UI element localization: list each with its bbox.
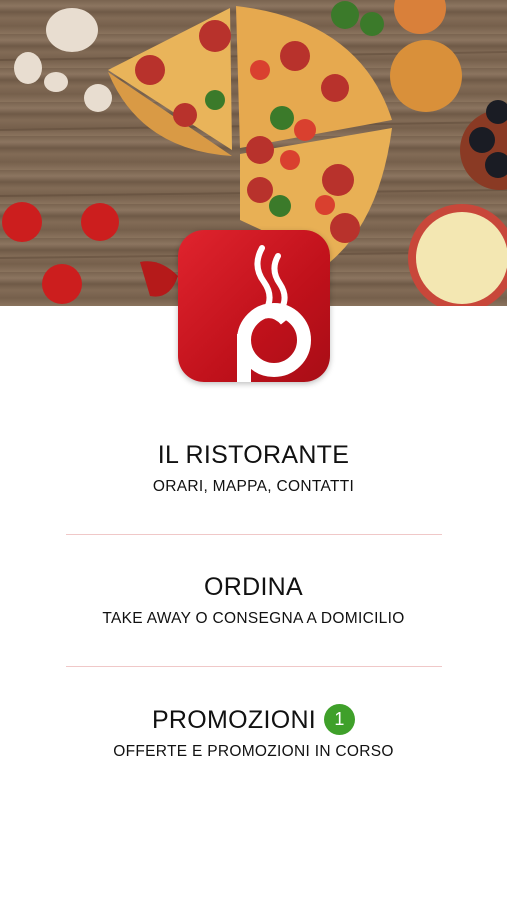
menu-item-ordina[interactable]: ORDINA TAKE AWAY O CONSEGNA A DOMICILIO [0, 572, 507, 628]
menu-item-title: ORDINA [203, 573, 304, 601]
menu-item-subtitle: ORARI, MAPPA, CONTATTI [152, 478, 355, 495]
promotions-count-badge: 1 [324, 704, 356, 735]
menu-item-subtitle: OFFERTE E PROMOZIONI IN CORSO [113, 743, 394, 760]
menu-item-title: IL RISTORANTE [157, 441, 350, 469]
menu-divider [66, 666, 442, 667]
menu-item-promozioni[interactable]: PROMOZIONI 1 OFFERTE E PROMOZIONI IN CORS… [0, 704, 507, 761]
menu-item-ristorante[interactable]: IL RISTORANTE ORARI, MAPPA, CONTATTI [0, 440, 507, 496]
menu-divider [66, 534, 442, 535]
restaurant-app-logo-icon [178, 230, 330, 382]
promozioni-title-text: PROMOZIONI [151, 706, 317, 734]
menu-item-subtitle: TAKE AWAY O CONSEGNA A DOMICILIO [102, 610, 405, 627]
menu-item-title: PROMOZIONI 1 [0, 704, 507, 735]
